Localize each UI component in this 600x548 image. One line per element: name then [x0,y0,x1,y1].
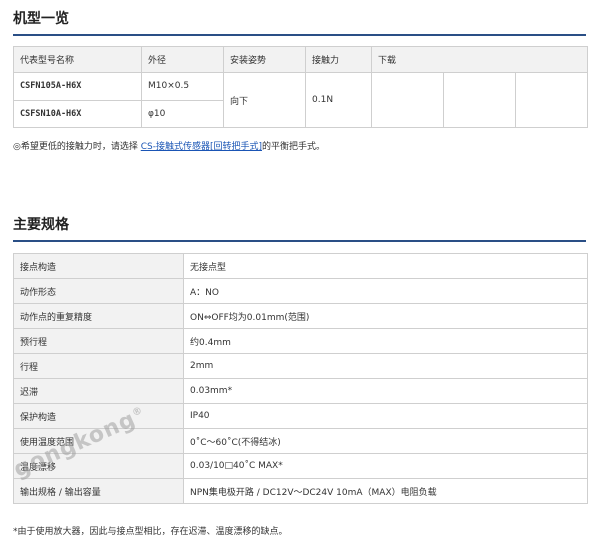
note-suffix: 的平衡把手式。 [262,142,326,152]
spec-value: A：NO [183,278,588,304]
note-link[interactable]: CS-接触式传感器[回转把手式] [141,142,262,152]
table-row: 预行程 约0.4mm [13,328,588,354]
models-header-row: 代表型号名称 外径 安装姿势 接触力 下载 [13,46,588,73]
models-section-rule [13,34,586,36]
model-diameter: M10×0.5 [141,72,224,101]
spec-key: 输出规格 / 输出容量 [13,478,184,504]
spec-value: 0.03mm* [183,378,588,404]
spec-footnote: *由于使用放大器，因此与接点型相比，存在迟滞、温度漂移的缺点。 [13,527,288,537]
models-note: ◎希望更低的接触力时，请选择 CS-接触式传感器[回转把手式]的平衡把手式。 [13,139,325,152]
download-slot-3[interactable] [516,73,587,127]
contact-force: 0.1N [305,72,372,128]
spec-value: NPN集电极开路 / DC12V～DC24V 10mA（MAX）电阻负载 [183,478,588,504]
model-diameter: φ10 [141,99,224,128]
spec-key: 迟滞 [13,378,184,404]
download-slot-2[interactable] [444,73,516,127]
spec-key: 接点构造 [13,253,184,279]
spec-value: 2mm [183,353,588,379]
spec-table: 接点构造 无接点型 动作形态 A：NO 动作点的重复精度 ON⇔OFF均为0.01mm… [13,253,588,504]
download-cell [371,72,588,128]
spec-value: 无接点型 [183,253,588,279]
spec-section-title: 主要规格 [13,217,69,233]
model-name: CSFSN10A-H6X [13,99,142,128]
spec-value: 约0.4mm [183,328,588,354]
table-row: 行程 2mm [13,353,588,379]
header-diameter: 外径 [141,46,224,73]
note-prefix: ◎希望更低的接触力时，请选择 [13,142,138,152]
spec-key: 动作点的重复精度 [13,303,184,329]
models-table: 代表型号名称 外径 安装姿势 接触力 下载 CSFN105A-H6X M10×0… [13,46,588,128]
spec-value: ON⇔OFF均为0.01mm(范围) [183,303,588,329]
table-row: 温度漂移 0.03/10□40˚C MAX* [13,453,588,479]
header-download: 下载 [371,46,588,73]
table-row: 迟滞 0.03mm* [13,378,588,404]
spec-value: IP40 [183,403,588,429]
spec-section-rule [13,240,586,242]
spec-key: 预行程 [13,328,184,354]
model-name: CSFN105A-H6X [13,72,142,101]
spec-value: 0.03/10□40˚C MAX* [183,453,588,479]
header-force: 接触力 [305,46,372,73]
table-row: 接点构造 无接点型 [13,253,588,279]
spec-key: 动作形态 [13,278,184,304]
table-row: 动作点的重复精度 ON⇔OFF均为0.01mm(范围) [13,303,588,329]
header-model: 代表型号名称 [13,46,142,73]
table-row: 动作形态 A：NO [13,278,588,304]
mount-direction: 向下 [223,72,306,128]
table-row: CSFN105A-H6X M10×0.5 向下 0.1N [13,72,588,128]
header-mount: 安装姿势 [223,46,306,73]
download-slot-1[interactable] [372,73,444,127]
spec-value: 0˚C～60˚C(不得结冰) [183,428,588,454]
models-section-title: 机型一览 [13,11,69,27]
spec-key: 行程 [13,353,184,379]
table-row: 输出规格 / 输出容量 NPN集电极开路 / DC12V～DC24V 10mA（M… [13,478,588,504]
